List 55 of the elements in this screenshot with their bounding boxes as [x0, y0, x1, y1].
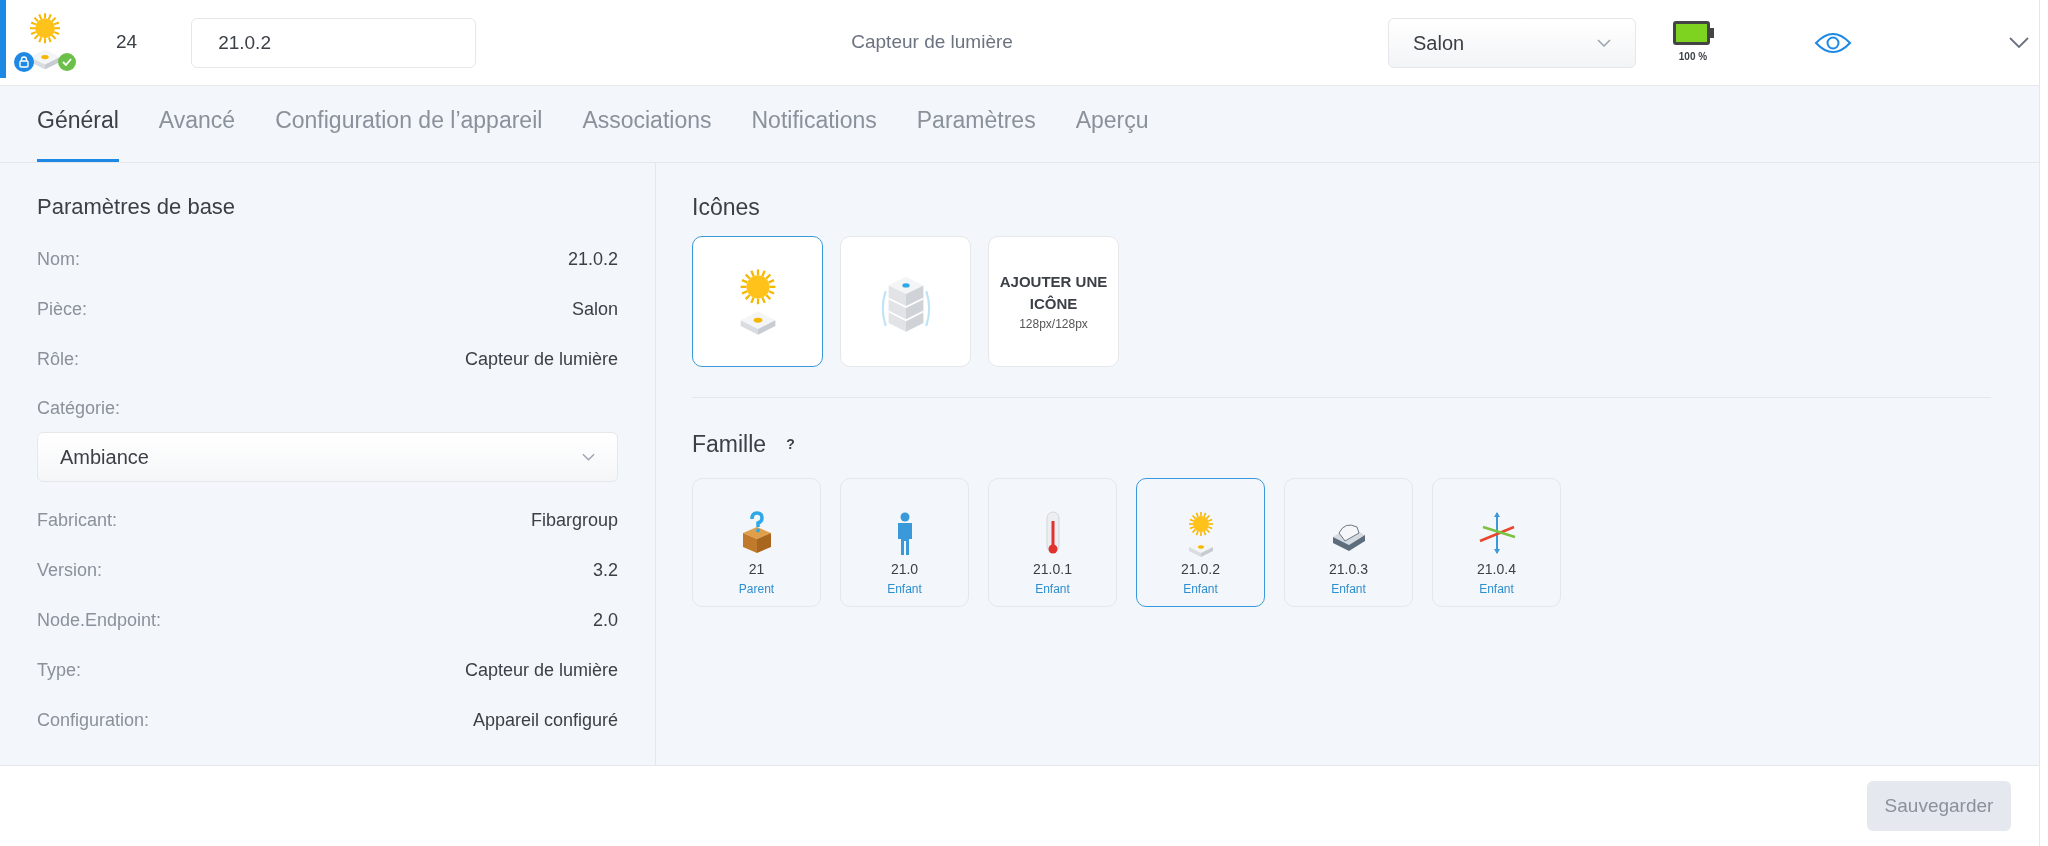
chevron-down-icon — [1597, 38, 1611, 47]
relation-label: Enfant — [1035, 581, 1070, 598]
family-device-card[interactable]: 21.0.4 Enfant — [1432, 478, 1561, 607]
device-id: 21.0.4 — [1477, 560, 1516, 579]
chevron-down-icon[interactable] — [2009, 37, 2029, 48]
family-device-card[interactable]: 21.0.1 Enfant — [988, 478, 1117, 607]
size-hint: 128px/128px — [1019, 315, 1088, 333]
chevron-down-icon — [582, 453, 595, 461]
field-value: 3.2 — [592, 558, 618, 582]
category-select[interactable]: Ambiance — [37, 432, 618, 482]
battery-icon — [1672, 21, 1710, 45]
family-device-card[interactable]: 21.0.3 Enfant — [1284, 478, 1413, 607]
battery-level: 100 % — [1678, 50, 1708, 64]
add-icon-card[interactable]: AJOUTER UNE ICÔNE 128px/128px — [988, 236, 1119, 367]
field-value: Fibargroup — [530, 508, 618, 532]
relation-label: Enfant — [1183, 581, 1218, 598]
field-label: Nom: — [37, 247, 80, 271]
section-title: Icônes — [692, 193, 761, 222]
help-link[interactable]: ? — [786, 433, 795, 455]
add-icon-label: AJOUTER UNE ICÔNE — [998, 271, 1109, 314]
device-id: 21.0.2 — [1181, 560, 1220, 579]
field-value: 21.0.2 — [567, 247, 618, 271]
field-label: Configuration: — [37, 708, 150, 732]
device-role: Capteur de lumière — [851, 30, 1013, 55]
field-label: Rôle: — [37, 347, 80, 371]
relation-label: Parent — [738, 581, 775, 598]
room-select[interactable]: Salon — [1388, 17, 1636, 68]
field-value: Salon — [571, 297, 618, 321]
relation-label: Enfant — [1479, 581, 1514, 598]
battery-tip — [1709, 28, 1714, 38]
section-title: Paramètres de base — [37, 193, 237, 221]
field-value: Capteur de lumière — [464, 347, 618, 371]
name-field[interactable]: 21.0.2 — [191, 17, 477, 68]
relation-label: Enfant — [887, 581, 922, 598]
family-device-card[interactable]: 21 Parent — [692, 478, 821, 607]
family-device-card[interactable]: 21.0 Enfant — [840, 478, 969, 607]
field-label: Fabricant: — [37, 508, 118, 532]
field-value: Capteur de lumière — [464, 658, 618, 682]
device-id: 21.0 — [890, 560, 919, 579]
field-label: Version: — [37, 558, 103, 582]
icon-option[interactable] — [692, 236, 823, 367]
field-value: Appareil configuré — [472, 708, 618, 732]
device-id: 21 — [748, 560, 765, 579]
device-id: 21.0.1 — [1033, 560, 1072, 579]
field-label: Catégorie: — [37, 396, 122, 420]
section-title: Famille — [692, 429, 767, 459]
device-id: 21.0.3 — [1329, 560, 1368, 579]
field-value: 2.0 — [592, 608, 618, 632]
device-id: 24 — [116, 30, 138, 55]
field-label: Type: — [37, 658, 82, 682]
field-label: Pièce: — [37, 297, 88, 321]
eye-icon[interactable] — [1814, 31, 1852, 54]
field-label: Node.Endpoint: — [37, 608, 162, 632]
family-device-card[interactable]: 21.0.2 Enfant — [1136, 478, 1265, 607]
relation-label: Enfant — [1331, 581, 1366, 598]
